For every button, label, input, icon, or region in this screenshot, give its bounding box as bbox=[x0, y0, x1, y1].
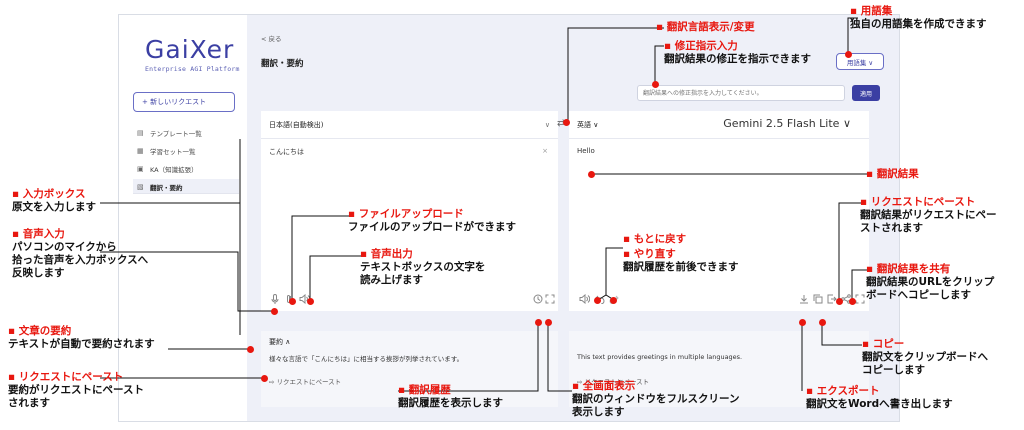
callout-dot bbox=[594, 297, 601, 304]
annotation-glossary: 用語集独自の用語集を作成できます bbox=[850, 5, 987, 31]
callout-dot bbox=[819, 319, 826, 326]
callout-dot bbox=[247, 346, 254, 353]
callout-dot bbox=[652, 81, 659, 88]
annotation-copy: コピー翻訳文をクリップボードへコピーします bbox=[862, 338, 988, 377]
annotation-result: 翻訳結果 bbox=[866, 168, 919, 181]
callout-dot bbox=[289, 298, 296, 305]
callout-dot bbox=[849, 298, 856, 305]
callout-dot bbox=[610, 297, 617, 304]
annotation-undo: もとに戻す bbox=[623, 233, 686, 246]
annotation-export: エクスポート翻訳文をWordへ書き出します bbox=[806, 385, 953, 411]
callout-dot bbox=[535, 319, 542, 326]
callout-dot bbox=[563, 119, 570, 126]
annotation-lang: 翻訳言語表示/変更 bbox=[656, 21, 755, 34]
annotation-instr: 修正指示入力翻訳結果の修正を指示できます bbox=[664, 40, 811, 66]
annotation-summary: 文章の要約テキストが自動で要約されます bbox=[8, 325, 155, 351]
annotation-input-box: 入力ボックス原文を入力します bbox=[12, 188, 96, 214]
callout-dot bbox=[588, 171, 595, 178]
callout-dot bbox=[545, 319, 552, 326]
annotation-paste-left: リクエストにペースト要約がリクエストにペーストされます bbox=[8, 371, 144, 410]
annotation-file-upload: ファイルアップロードファイルのアップロードができます bbox=[348, 208, 516, 234]
callout-dot bbox=[799, 319, 806, 326]
annotation-share: 翻訳結果を共有翻訳結果のURLをクリップボードへコピーします bbox=[866, 263, 994, 302]
callout-dot bbox=[307, 298, 314, 305]
callout-dot bbox=[261, 375, 268, 382]
callout-dot bbox=[836, 298, 843, 305]
callout-dot bbox=[271, 308, 278, 315]
annotation-voice-output: 音声出力テキストボックスの文字を読み上げます bbox=[360, 248, 485, 287]
annotation-voice-input: 音声入力パソコンのマイクから拾った音声を入力ボックスへ反映します bbox=[12, 228, 148, 280]
annotation-fullscreen: 全画面表示翻訳のウィンドウをフルスクリーン表示します bbox=[572, 380, 739, 419]
annotation-redo: やり直す翻訳履歴を前後できます bbox=[623, 248, 739, 274]
annotation-paste-right: リクエストにペースト翻訳結果がリクエストにペーストされます bbox=[860, 196, 997, 235]
callout-dot bbox=[845, 51, 852, 58]
annotation-history: 翻訳履歴翻訳履歴を表示します bbox=[398, 384, 503, 410]
